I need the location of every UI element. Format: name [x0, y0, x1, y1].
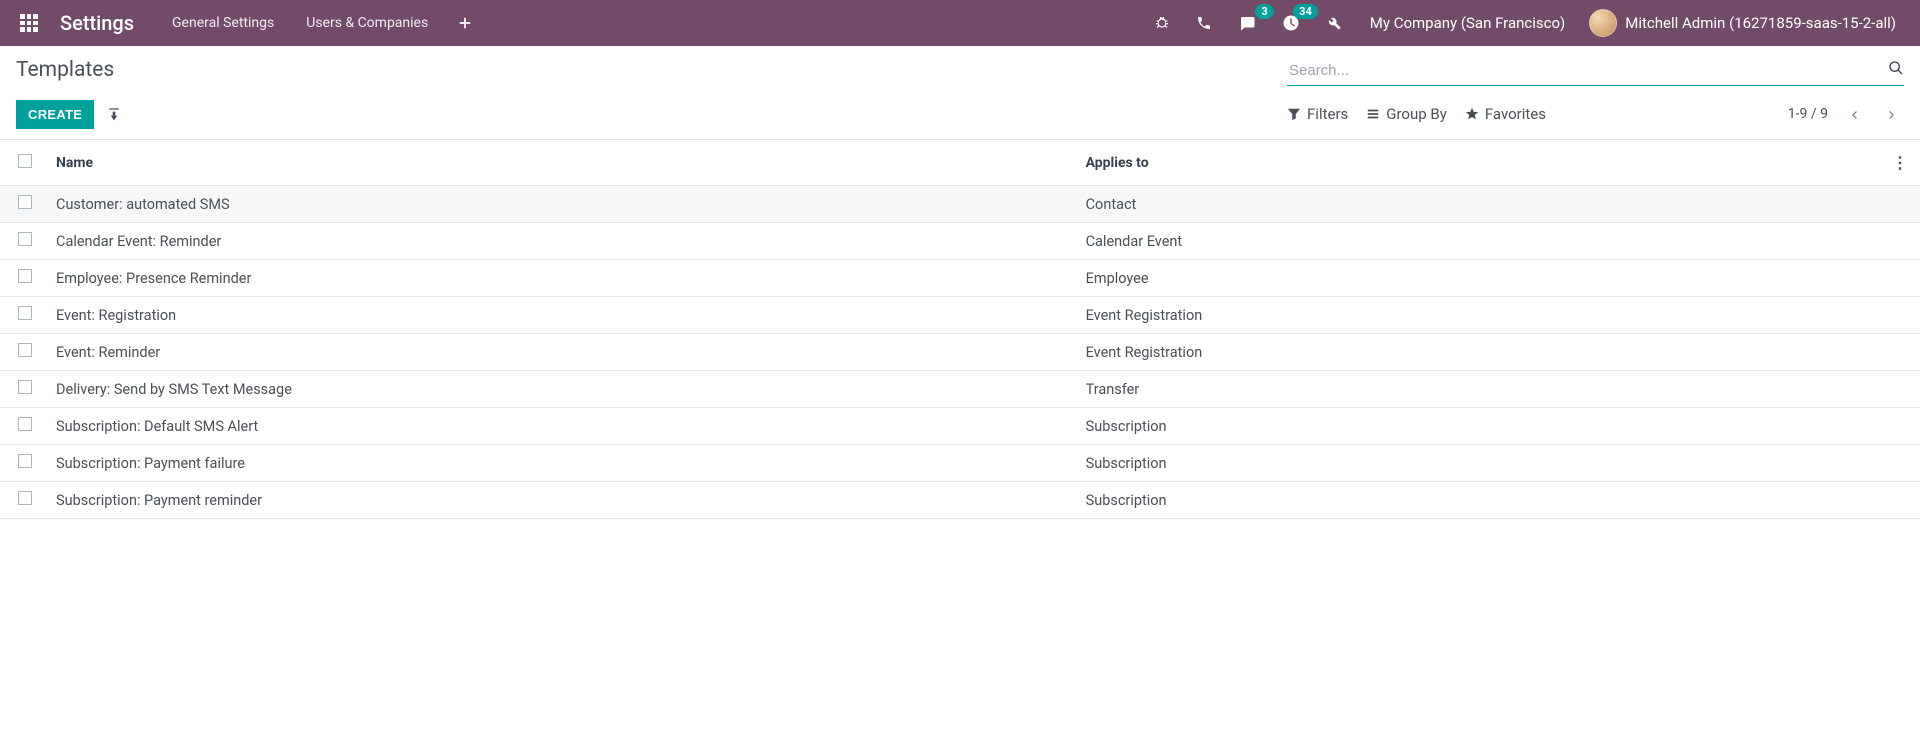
grid-icon: [20, 14, 38, 32]
table-row[interactable]: Subscription: Payment reminderSubscripti…: [0, 482, 1920, 519]
download-icon: [106, 107, 122, 123]
nav-dev-tools[interactable]: [1314, 9, 1354, 37]
page-title: Templates: [16, 58, 114, 82]
cell-name[interactable]: Delivery: Send by SMS Text Message: [44, 371, 1074, 408]
cell-applies[interactable]: Employee: [1074, 260, 1880, 297]
plus-icon: [458, 16, 472, 30]
table-row[interactable]: Subscription: Payment failureSubscriptio…: [0, 445, 1920, 482]
table-row[interactable]: Employee: Presence ReminderEmployee: [0, 260, 1920, 297]
wrench-icon: [1326, 15, 1342, 31]
nav-users-companies[interactable]: Users & Companies: [292, 9, 442, 37]
nav-voip[interactable]: [1184, 9, 1224, 37]
optional-fields-button[interactable]: ⋮: [1892, 153, 1908, 172]
app-brand[interactable]: Settings: [60, 11, 134, 35]
select-all-checkbox[interactable]: [18, 154, 32, 168]
search-input[interactable]: [1287, 58, 1904, 86]
filters-label: Filters: [1307, 105, 1348, 123]
nav-general-settings[interactable]: General Settings: [158, 9, 288, 37]
filters-menu[interactable]: Filters: [1287, 104, 1348, 124]
cell-applies[interactable]: Calendar Event: [1074, 223, 1880, 260]
funnel-icon: [1287, 107, 1301, 121]
row-checkbox[interactable]: [18, 232, 32, 246]
col-header-name[interactable]: Name: [44, 140, 1074, 186]
chevron-right-icon: [1884, 107, 1900, 123]
chat-icon: [1238, 14, 1256, 32]
favorites-label: Favorites: [1485, 105, 1546, 123]
row-checkbox[interactable]: [18, 417, 32, 431]
row-checkbox[interactable]: [18, 195, 32, 209]
nav-debug[interactable]: [1142, 9, 1182, 37]
cell-name[interactable]: Event: Reminder: [44, 334, 1074, 371]
groupby-menu[interactable]: Group By: [1366, 104, 1447, 124]
favorites-menu[interactable]: Favorites: [1465, 104, 1546, 124]
cell-applies[interactable]: Event Registration: [1074, 334, 1880, 371]
cell-name[interactable]: Subscription: Payment failure: [44, 445, 1074, 482]
row-checkbox[interactable]: [18, 380, 32, 394]
import-button[interactable]: [106, 106, 122, 122]
search-button[interactable]: [1888, 60, 1904, 76]
groupby-label: Group By: [1386, 105, 1447, 123]
phone-icon: [1196, 15, 1212, 31]
table-row[interactable]: Subscription: Default SMS AlertSubscript…: [0, 408, 1920, 445]
chevron-left-icon: [1846, 107, 1862, 123]
cell-applies[interactable]: Transfer: [1074, 371, 1880, 408]
apps-menu-icon[interactable]: [16, 10, 42, 36]
search-icon: [1888, 60, 1904, 76]
pager-next[interactable]: [1880, 104, 1904, 124]
user-name: Mitchell Admin (16271859-saas-15-2-all): [1625, 14, 1896, 32]
user-menu[interactable]: Mitchell Admin (16271859-saas-15-2-all): [1581, 5, 1904, 41]
pager-counter[interactable]: 1-9 / 9: [1788, 106, 1828, 122]
company-switcher[interactable]: My Company (San Francisco): [1356, 8, 1579, 38]
cell-applies[interactable]: Contact: [1074, 186, 1880, 223]
table-row[interactable]: Customer: automated SMSContact: [0, 186, 1920, 223]
cell-name[interactable]: Employee: Presence Reminder: [44, 260, 1074, 297]
bug-icon: [1154, 15, 1170, 31]
table-row[interactable]: Calendar Event: ReminderCalendar Event: [0, 223, 1920, 260]
avatar: [1589, 9, 1617, 37]
cell-name[interactable]: Customer: automated SMS: [44, 186, 1074, 223]
cell-applies[interactable]: Subscription: [1074, 482, 1880, 519]
row-checkbox[interactable]: [18, 454, 32, 468]
table-row[interactable]: Delivery: Send by SMS Text MessageTransf…: [0, 371, 1920, 408]
cell-name[interactable]: Event: Registration: [44, 297, 1074, 334]
pager-prev[interactable]: [1842, 104, 1866, 124]
row-checkbox[interactable]: [18, 491, 32, 505]
cell-name[interactable]: Calendar Event: Reminder: [44, 223, 1074, 260]
row-checkbox[interactable]: [18, 306, 32, 320]
star-icon: [1465, 107, 1479, 121]
cell-applies[interactable]: Event Registration: [1074, 297, 1880, 334]
col-header-applies[interactable]: Applies to: [1074, 140, 1880, 186]
nav-messages[interactable]: 3: [1226, 8, 1268, 38]
table-row[interactable]: Event: ReminderEvent Registration: [0, 334, 1920, 371]
row-checkbox[interactable]: [18, 343, 32, 357]
create-button[interactable]: CREATE: [16, 100, 94, 129]
cell-name[interactable]: Subscription: Payment reminder: [44, 482, 1074, 519]
row-checkbox[interactable]: [18, 269, 32, 283]
table-row[interactable]: Event: RegistrationEvent Registration: [0, 297, 1920, 334]
list-icon: [1366, 107, 1380, 121]
cell-applies[interactable]: Subscription: [1074, 445, 1880, 482]
nav-new-menu[interactable]: [446, 9, 484, 37]
cell-applies[interactable]: Subscription: [1074, 408, 1880, 445]
cell-name[interactable]: Subscription: Default SMS Alert: [44, 408, 1074, 445]
nav-activities[interactable]: 34: [1270, 8, 1312, 38]
